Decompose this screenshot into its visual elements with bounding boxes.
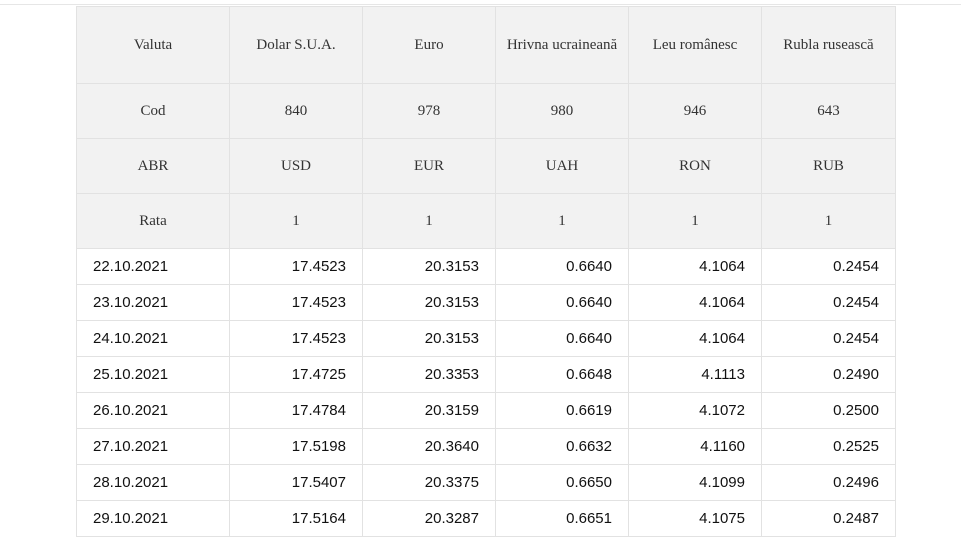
rate-cell-uah: 0.6640 <box>495 284 629 321</box>
rate-cell-rub: 0.2454 <box>761 284 896 321</box>
table-row: 29.10.2021 17.5164 20.3287 0.6651 4.1075… <box>76 500 896 537</box>
date-cell: 28.10.2021 <box>76 464 230 501</box>
rate-cell-rub: 0.2490 <box>761 356 896 393</box>
header-code-eur: 978 <box>362 83 496 139</box>
table-row: 28.10.2021 17.5407 20.3375 0.6650 4.1099… <box>76 464 896 501</box>
header-currency-eur: Euro <box>362 6 496 84</box>
rate-cell-usd: 17.5198 <box>229 428 363 465</box>
date-cell: 26.10.2021 <box>76 392 230 429</box>
rate-cell-eur: 20.3159 <box>362 392 496 429</box>
header-abbr-eur: EUR <box>362 138 496 194</box>
header-label-code: Cod <box>76 83 230 139</box>
rate-cell-ron: 4.1072 <box>628 392 762 429</box>
rate-cell-uah: 0.6648 <box>495 356 629 393</box>
header-code-ron: 946 <box>628 83 762 139</box>
rate-cell-ron: 4.1113 <box>628 356 762 393</box>
header-code-rub: 643 <box>761 83 896 139</box>
rate-cell-rub: 0.2496 <box>761 464 896 501</box>
rate-cell-rub: 0.2454 <box>761 320 896 357</box>
rate-cell-usd: 17.4784 <box>229 392 363 429</box>
header-row-code: Cod 840 978 980 946 643 <box>76 83 896 139</box>
rate-cell-eur: 20.3640 <box>362 428 496 465</box>
rate-cell-usd: 17.5164 <box>229 500 363 537</box>
rate-cell-ron: 4.1099 <box>628 464 762 501</box>
rate-cell-uah: 0.6619 <box>495 392 629 429</box>
table-row: 26.10.2021 17.4784 20.3159 0.6619 4.1072… <box>76 392 896 429</box>
rate-cell-uah: 0.6632 <box>495 428 629 465</box>
table-row: 24.10.2021 17.4523 20.3153 0.6640 4.1064… <box>76 320 896 357</box>
rate-cell-ron: 4.1064 <box>628 248 762 285</box>
header-currency-uah: Hrivna ucraineană <box>495 6 629 84</box>
header-label-abbreviation: ABR <box>76 138 230 194</box>
table-row: 27.10.2021 17.5198 20.3640 0.6632 4.1160… <box>76 428 896 465</box>
header-abbr-ron: RON <box>628 138 762 194</box>
rate-cell-ron: 4.1064 <box>628 284 762 321</box>
date-cell: 23.10.2021 <box>76 284 230 321</box>
rate-cell-rub: 0.2487 <box>761 500 896 537</box>
date-cell: 25.10.2021 <box>76 356 230 393</box>
rate-cell-rub: 0.2525 <box>761 428 896 465</box>
rate-cell-ron: 4.1064 <box>628 320 762 357</box>
header-abbr-rub: RUB <box>761 138 896 194</box>
rate-cell-ron: 4.1075 <box>628 500 762 537</box>
rate-cell-uah: 0.6650 <box>495 464 629 501</box>
date-cell: 29.10.2021 <box>76 500 230 537</box>
rate-cell-eur: 20.3153 <box>362 284 496 321</box>
header-currency-rub: Rubla rusească <box>761 6 896 84</box>
rate-cell-ron: 4.1160 <box>628 428 762 465</box>
rate-cell-eur: 20.3287 <box>362 500 496 537</box>
header-row-currency: Valuta Dolar S.U.A. Euro Hrivna ucrainea… <box>76 6 896 84</box>
rate-cell-uah: 0.6640 <box>495 320 629 357</box>
header-code-usd: 840 <box>229 83 363 139</box>
header-code-uah: 980 <box>495 83 629 139</box>
table-row: 22.10.2021 17.4523 20.3153 0.6640 4.1064… <box>76 248 896 285</box>
header-label-rate: Rata <box>76 193 230 249</box>
date-cell: 22.10.2021 <box>76 248 230 285</box>
date-cell: 24.10.2021 <box>76 320 230 357</box>
header-row-rate: Rata 1 1 1 1 1 <box>76 193 896 249</box>
rate-cell-usd: 17.4523 <box>229 320 363 357</box>
rate-cell-eur: 20.3353 <box>362 356 496 393</box>
page: Valuta Dolar S.U.A. Euro Hrivna ucrainea… <box>0 0 961 537</box>
rate-cell-eur: 20.3153 <box>362 320 496 357</box>
rate-cell-eur: 20.3153 <box>362 248 496 285</box>
header-currency-ron: Leu românesc <box>628 6 762 84</box>
rate-cell-uah: 0.6640 <box>495 248 629 285</box>
rate-cell-uah: 0.6651 <box>495 500 629 537</box>
rate-cell-usd: 17.4523 <box>229 284 363 321</box>
header-abbr-uah: UAH <box>495 138 629 194</box>
table-row: 23.10.2021 17.4523 20.3153 0.6640 4.1064… <box>76 284 896 321</box>
header-row-abbreviation: ABR USD EUR UAH RON RUB <box>76 138 896 194</box>
header-rate-usd: 1 <box>229 193 363 249</box>
rate-cell-usd: 17.4725 <box>229 356 363 393</box>
rate-cell-rub: 0.2500 <box>761 392 896 429</box>
header-rate-eur: 1 <box>362 193 496 249</box>
header-rate-rub: 1 <box>761 193 896 249</box>
rate-cell-rub: 0.2454 <box>761 248 896 285</box>
header-rate-uah: 1 <box>495 193 629 249</box>
rate-cell-usd: 17.5407 <box>229 464 363 501</box>
header-currency-usd: Dolar S.U.A. <box>229 6 363 84</box>
header-label-currency: Valuta <box>76 6 230 84</box>
header-abbr-usd: USD <box>229 138 363 194</box>
table-row: 25.10.2021 17.4725 20.3353 0.6648 4.1113… <box>76 356 896 393</box>
header-rate-ron: 1 <box>628 193 762 249</box>
rate-cell-eur: 20.3375 <box>362 464 496 501</box>
date-cell: 27.10.2021 <box>76 428 230 465</box>
top-divider <box>0 4 961 5</box>
rate-cell-usd: 17.4523 <box>229 248 363 285</box>
exchange-rate-table: Valuta Dolar S.U.A. Euro Hrivna ucrainea… <box>76 6 896 537</box>
